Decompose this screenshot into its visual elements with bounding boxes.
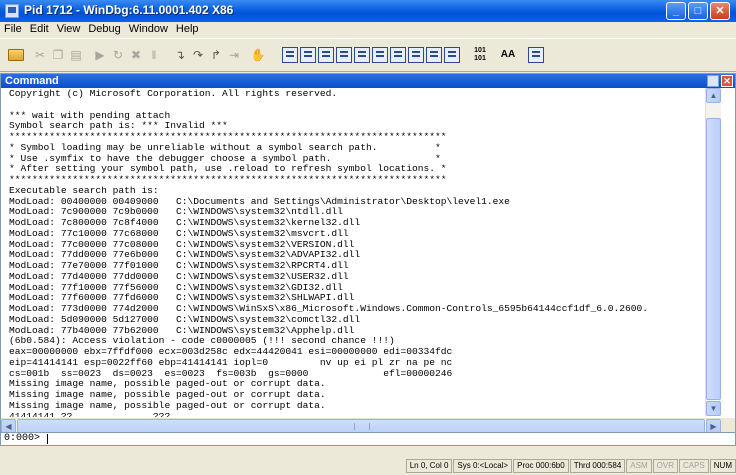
locals-window-icon[interactable]	[318, 47, 334, 63]
font-icon[interactable]: AA	[500, 47, 516, 63]
scroll-up-icon[interactable]: ▲	[706, 88, 721, 103]
command-prompt: 0:000>	[4, 433, 41, 444]
vertical-scrollbar[interactable]: ▲ ▼	[705, 88, 721, 416]
command-window-title: Command	[5, 75, 59, 87]
command-input-row: 0:000>	[0, 432, 736, 446]
minimize-button[interactable]: _	[666, 2, 686, 20]
output-line: Executable search path is:	[9, 184, 159, 196]
output-line: eip=41414141 esp=0022ff60 ebp=41414141 i…	[9, 356, 453, 368]
command-input[interactable]	[47, 433, 727, 445]
output-line: Copyright (c) Microsoft Corporation. All…	[9, 89, 338, 99]
status-cell: CAPS	[678, 459, 709, 473]
status-cells: Ln 0, Col 0 Sys 0:<Local> Proc 000:6b0 Thrd…	[405, 459, 736, 473]
paste-icon[interactable]: ▤	[68, 47, 84, 63]
vertical-scroll-thumb[interactable]	[706, 118, 721, 400]
windbg-app-icon[interactable]	[5, 4, 19, 18]
output-line: ModLoad: 77d40000 77dd0000 C:\WINDOWS\sy…	[9, 270, 349, 282]
watch-window-icon[interactable]	[300, 47, 316, 63]
maximize-button[interactable]: □	[688, 2, 708, 20]
registers-window-icon[interactable]	[336, 47, 352, 63]
pane-size-grip	[721, 418, 735, 433]
output-line: Missing image name, possible paged-out o…	[9, 399, 326, 411]
menu-edit[interactable]: Edit	[26, 22, 53, 35]
status-bar: Ln 0, Col 0 Sys 0:<Local> Proc 000:6b0 Thrd…	[0, 448, 736, 475]
window-title: Pid 1712 - WinDbg:6.11.0001.402 X86	[24, 3, 234, 17]
scratch-pad-icon[interactable]	[408, 47, 424, 63]
command-close-icon[interactable]: ✕	[721, 75, 733, 87]
status-cell: Ln 0, Col 0	[405, 459, 453, 473]
close-button[interactable]: ✕	[710, 2, 730, 20]
disassembly-window-icon[interactable]	[390, 47, 406, 63]
status-cell: Thrd 000:584	[569, 459, 626, 473]
call-stack-window-icon[interactable]	[372, 47, 388, 63]
title-bar[interactable]: Pid 1712 - WinDbg:6.11.0001.402 X86 _ □ …	[0, 0, 736, 22]
step-over-icon[interactable]: ↷	[190, 47, 206, 63]
cut-icon[interactable]: ✂	[32, 47, 48, 63]
copy-icon[interactable]: ❐	[50, 47, 66, 63]
horizontal-scrollbar[interactable]: ◀ ▶	[1, 418, 721, 434]
open-folder-icon[interactable]	[8, 49, 24, 61]
hex-mode-icon[interactable]: 101 101	[472, 47, 488, 63]
output-line: * Symbol loading may be unreliable witho…	[9, 141, 441, 153]
status-cell: NUM	[709, 459, 736, 473]
command-window: Command ✕ Copyright (c) Microsoft Corpor…	[0, 73, 736, 442]
step-into-icon[interactable]: ↴	[172, 47, 188, 63]
output-line: 41414141 ?? ???	[9, 410, 171, 417]
options-icon[interactable]	[528, 47, 544, 63]
status-cell: Proc 000:6b0	[513, 459, 569, 473]
status-cell: ASM	[626, 459, 652, 473]
status-cell: OVR	[652, 459, 678, 473]
command-window-header: Command ✕	[1, 74, 735, 88]
menu-debug[interactable]: Debug	[84, 22, 124, 35]
memory-window-icon[interactable]	[354, 47, 370, 63]
menu-window[interactable]: Window	[125, 22, 172, 35]
output-line: ModLoad: 5d090000 5d127000 C:\WINDOWS\sy…	[9, 313, 361, 325]
command-output[interactable]: Copyright (c) Microsoft Corporation. All…	[9, 89, 705, 417]
dock-icon[interactable]	[707, 75, 719, 87]
command-window-icon[interactable]	[282, 47, 298, 63]
menu-bar: File Edit View Debug Window Help	[0, 22, 736, 38]
menu-file[interactable]: File	[0, 22, 26, 35]
source-mode-icon[interactable]	[444, 47, 460, 63]
break-icon[interactable]: ‖	[146, 47, 162, 63]
restart-icon[interactable]: ↻	[110, 47, 126, 63]
status-cell: Sys 0:<Local>	[453, 459, 513, 473]
menu-help[interactable]: Help	[172, 22, 203, 35]
scroll-grip-icon	[354, 423, 370, 430]
run-to-cursor-icon[interactable]: ⇥	[226, 47, 242, 63]
toolbar: ✂ ❐ ▤ ▶ ↻ ✖ ‖ ↴ ↷ ↱ ⇥ ✋ 101 101 AA	[0, 38, 736, 72]
processes-threads-icon[interactable]	[426, 47, 442, 63]
scroll-down-icon[interactable]: ▼	[706, 401, 721, 416]
text-caret	[47, 434, 48, 444]
stop-debugging-icon[interactable]: ✖	[128, 47, 144, 63]
step-out-icon[interactable]: ↱	[208, 47, 224, 63]
breakpoint-hand-icon[interactable]: ✋	[250, 47, 266, 63]
go-icon[interactable]: ▶	[92, 47, 108, 63]
output-line: ModLoad: 77c10000 77c68000 C:\WINDOWS\sy…	[9, 227, 349, 239]
menu-view[interactable]: View	[53, 22, 85, 35]
